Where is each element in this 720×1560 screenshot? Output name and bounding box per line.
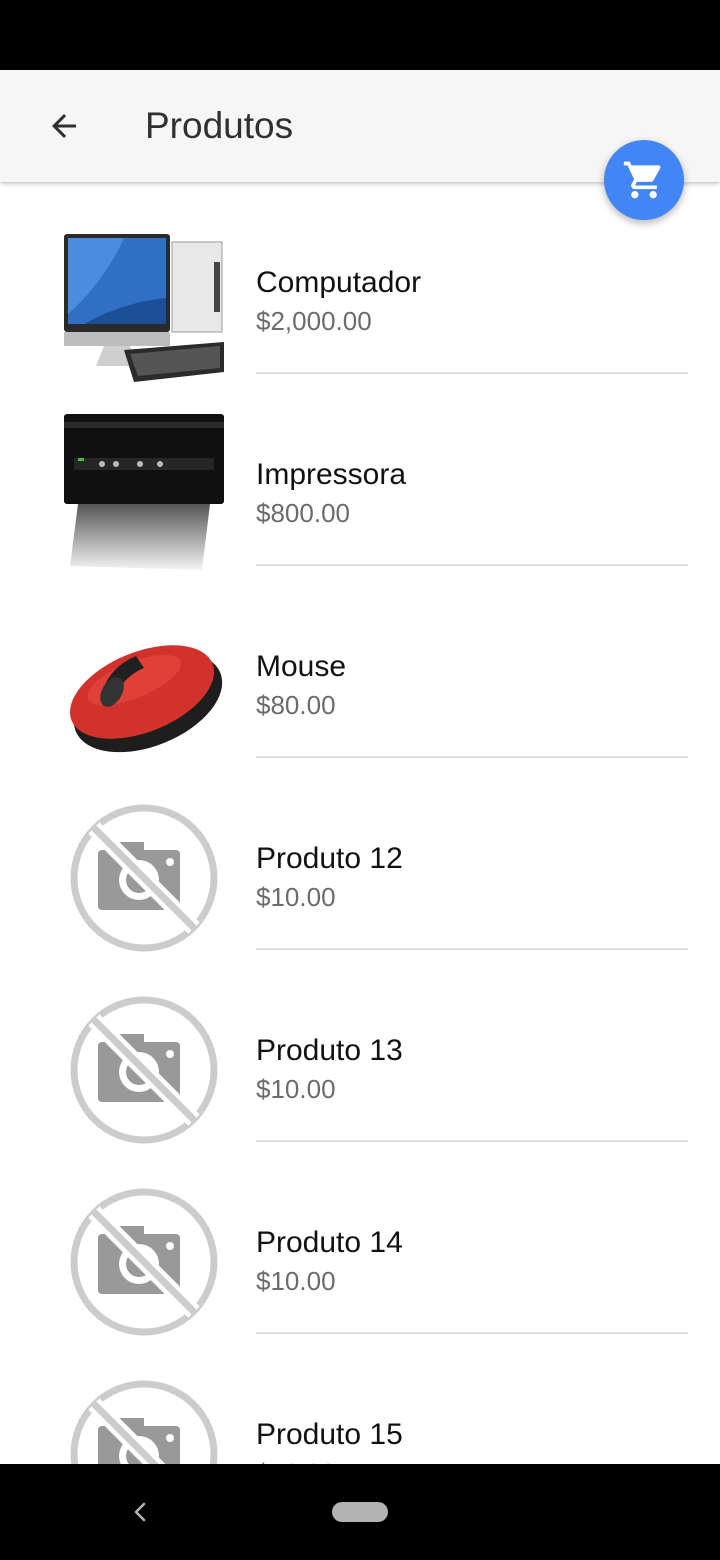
nav-back-icon xyxy=(134,1502,146,1522)
no-image-icon xyxy=(70,1188,218,1336)
cart-fab-button[interactable] xyxy=(604,140,684,220)
product-name: Produto 13 xyxy=(256,1034,403,1067)
product-item-produto-14[interactable]: Produto 14 $10.00 xyxy=(0,1142,720,1336)
shopping-cart-icon xyxy=(623,161,661,199)
product-item-impressora[interactable]: Impressora $800.00 xyxy=(0,374,720,570)
mouse-image xyxy=(69,645,223,753)
product-price: $80.00 xyxy=(256,690,336,720)
no-image-icon xyxy=(70,1380,218,1464)
product-price: $10.00 xyxy=(256,1074,336,1104)
no-image-icon xyxy=(70,996,218,1144)
page-title: Produtos xyxy=(145,105,294,146)
status-bar xyxy=(0,0,720,70)
product-name: Impressora xyxy=(256,458,407,491)
product-item-produto-13[interactable]: Produto 13 $10.00 xyxy=(0,950,720,1144)
printer-image xyxy=(64,414,224,570)
product-list[interactable]: Computador $2,000.00 Impressora $800.00 … xyxy=(0,182,720,1464)
product-price: $10.00 xyxy=(256,1266,336,1296)
product-price: $800.00 xyxy=(256,498,350,528)
product-item-produto-12[interactable]: Produto 12 $10.00 xyxy=(0,758,720,952)
product-name: Mouse xyxy=(256,650,347,683)
computer-image xyxy=(64,234,224,382)
arrow-back-icon xyxy=(52,114,76,138)
product-price: $10.00 xyxy=(256,1454,403,1464)
product-name: Produto 14 xyxy=(256,1226,403,1259)
system-nav-bar xyxy=(0,1464,720,1560)
no-image-icon xyxy=(70,804,218,952)
nav-back-button[interactable] xyxy=(124,1496,156,1528)
nav-home-pill[interactable] xyxy=(332,1502,388,1522)
product-price: $2,000.00 xyxy=(256,306,372,336)
product-name: Computador xyxy=(256,266,422,299)
product-item-computador[interactable]: Computador $2,000.00 xyxy=(0,182,720,382)
back-button[interactable] xyxy=(36,102,92,150)
product-price: $10.00 xyxy=(256,882,336,912)
product-item-produto-15[interactable]: Produto 15 $10.00 xyxy=(0,1334,720,1464)
product-item-mouse[interactable]: Mouse $80.00 xyxy=(0,566,720,758)
product-name: Produto 12 xyxy=(256,842,403,875)
product-name: Produto 15 xyxy=(256,1418,403,1451)
